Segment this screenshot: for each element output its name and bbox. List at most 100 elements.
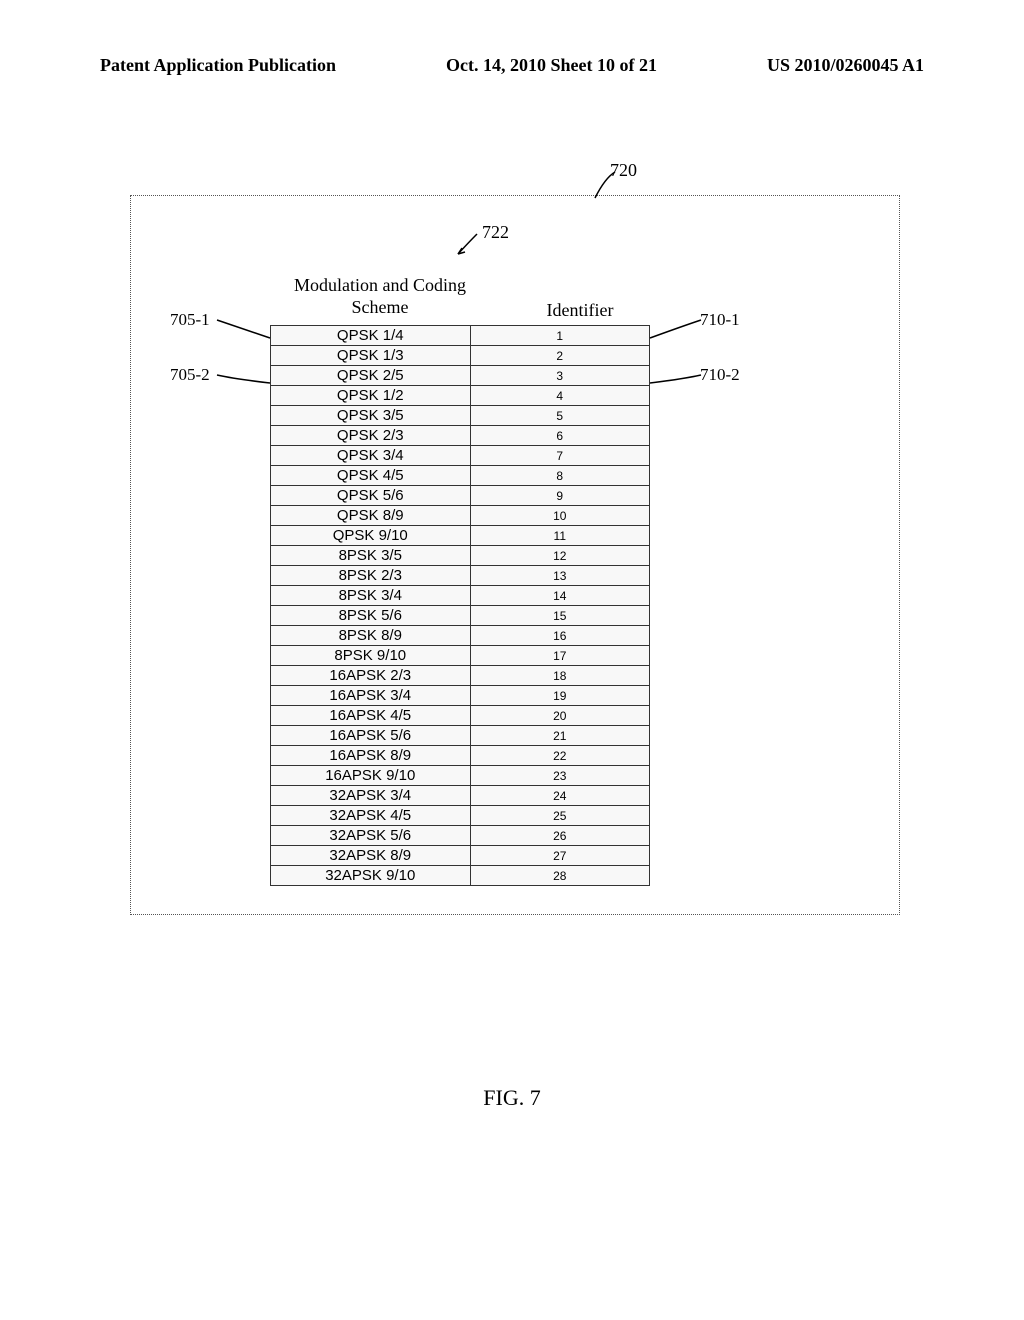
mcs-cell: QPSK 9/10: [271, 526, 471, 546]
reference-numeral-705-2: 705-2: [170, 365, 210, 385]
table-row: QPSK 1/41: [271, 326, 650, 346]
table-row: QPSK 8/910: [271, 506, 650, 526]
mcs-cell: QPSK 2/3: [271, 426, 471, 446]
mcs-cell: 32APSK 9/10: [271, 866, 471, 886]
mcs-cell: QPSK 1/4: [271, 326, 471, 346]
reference-numeral-722: 722: [482, 222, 509, 243]
identifier-cell: 14: [470, 586, 649, 606]
page-header: Patent Application Publication Oct. 14, …: [0, 55, 1024, 76]
identifier-cell: 15: [470, 606, 649, 626]
table-row: 8PSK 3/414: [271, 586, 650, 606]
identifier-cell: 13: [470, 566, 649, 586]
identifier-cell: 2: [470, 346, 649, 366]
identifier-cell: 16: [470, 626, 649, 646]
mcs-cell: 32APSK 4/5: [271, 806, 471, 826]
identifier-cell: 8: [470, 466, 649, 486]
table-row: 32APSK 4/525: [271, 806, 650, 826]
mcs-cell: 8PSK 9/10: [271, 646, 471, 666]
mcs-cell: QPSK 4/5: [271, 466, 471, 486]
mcs-cell: 8PSK 8/9: [271, 626, 471, 646]
identifier-cell: 23: [470, 766, 649, 786]
mcs-cell: 32APSK 8/9: [271, 846, 471, 866]
table-row: 16APSK 9/1023: [271, 766, 650, 786]
identifier-cell: 3: [470, 366, 649, 386]
mcs-cell: 8PSK 5/6: [271, 606, 471, 626]
mcs-cell: 16APSK 3/4: [271, 686, 471, 706]
mcs-cell: QPSK 5/6: [271, 486, 471, 506]
identifier-cell: 20: [470, 706, 649, 726]
mcs-cell: QPSK 1/2: [271, 386, 471, 406]
identifier-cell: 11: [470, 526, 649, 546]
identifier-cell: 10: [470, 506, 649, 526]
table-row: 16APSK 8/922: [271, 746, 650, 766]
mcs-cell: QPSK 1/3: [271, 346, 471, 366]
header-date-sheet: Oct. 14, 2010 Sheet 10 of 21: [446, 55, 657, 76]
identifier-cell: 12: [470, 546, 649, 566]
identifier-cell: 21: [470, 726, 649, 746]
table-row: QPSK 2/36: [271, 426, 650, 446]
identifier-cell: 4: [470, 386, 649, 406]
reference-numeral-710-2: 710-2: [700, 365, 740, 385]
mcs-cell: 16APSK 8/9: [271, 746, 471, 766]
identifier-cell: 17: [470, 646, 649, 666]
identifier-cell: 27: [470, 846, 649, 866]
table-row: 8PSK 9/1017: [271, 646, 650, 666]
mcs-identifier-table: QPSK 1/41QPSK 1/32QPSK 2/53QPSK 1/24QPSK…: [270, 325, 650, 886]
mcs-cell: 16APSK 9/10: [271, 766, 471, 786]
table-row: 8PSK 5/615: [271, 606, 650, 626]
identifier-cell: 5: [470, 406, 649, 426]
identifier-cell: 7: [470, 446, 649, 466]
table-row: QPSK 3/47: [271, 446, 650, 466]
table-row: QPSK 5/69: [271, 486, 650, 506]
table-row: 32APSK 3/424: [271, 786, 650, 806]
figure-container: 7 20 722 Modulation and Coding Scheme Ide…: [130, 160, 900, 920]
table-row: 32APSK 9/1028: [271, 866, 650, 886]
mcs-cell: QPSK 3/5: [271, 406, 471, 426]
table-row: 16APSK 2/318: [271, 666, 650, 686]
mcs-cell: 8PSK 2/3: [271, 566, 471, 586]
mcs-cell: QPSK 2/5: [271, 366, 471, 386]
table-row: 32APSK 5/626: [271, 826, 650, 846]
table-row: 8PSK 8/916: [271, 626, 650, 646]
identifier-cell: 25: [470, 806, 649, 826]
mcs-cell: 16APSK 4/5: [271, 706, 471, 726]
table-row: 16APSK 3/419: [271, 686, 650, 706]
identifier-cell: 9: [470, 486, 649, 506]
mcs-cell: 16APSK 5/6: [271, 726, 471, 746]
identifier-cell: 1: [470, 326, 649, 346]
table-row: QPSK 9/1011: [271, 526, 650, 546]
table-row: QPSK 4/58: [271, 466, 650, 486]
mcs-cell: 8PSK 3/4: [271, 586, 471, 606]
lead-line-722-icon: [455, 232, 480, 257]
table-row: 8PSK 2/313: [271, 566, 650, 586]
lead-line-720-icon: [590, 170, 620, 200]
table-row: 16APSK 4/520: [271, 706, 650, 726]
reference-numeral-705-1: 705-1: [170, 310, 210, 330]
identifier-cell: 24: [470, 786, 649, 806]
mcs-cell: 8PSK 3/5: [271, 546, 471, 566]
mcs-column-header: Modulation and Coding Scheme: [280, 275, 480, 318]
table-row: QPSK 1/32: [271, 346, 650, 366]
table-row: 16APSK 5/621: [271, 726, 650, 746]
table-row: QPSK 2/53: [271, 366, 650, 386]
table-row: QPSK 1/24: [271, 386, 650, 406]
mcs-cell: 16APSK 2/3: [271, 666, 471, 686]
mcs-cell: QPSK 3/4: [271, 446, 471, 466]
header-publication: Patent Application Publication: [100, 55, 336, 76]
identifier-cell: 28: [470, 866, 649, 886]
table-row: 32APSK 8/927: [271, 846, 650, 866]
reference-numeral-710-1: 710-1: [700, 310, 740, 330]
mcs-cell: QPSK 8/9: [271, 506, 471, 526]
table-row: QPSK 3/55: [271, 406, 650, 426]
figure-label: FIG. 7: [0, 1085, 1024, 1111]
identifier-cell: 18: [470, 666, 649, 686]
identifier-column-header: Identifier: [510, 300, 650, 321]
identifier-cell: 22: [470, 746, 649, 766]
identifier-cell: 19: [470, 686, 649, 706]
table-row: 8PSK 3/512: [271, 546, 650, 566]
header-patent-number: US 2010/0260045 A1: [767, 55, 924, 76]
identifier-cell: 26: [470, 826, 649, 846]
mcs-cell: 32APSK 3/4: [271, 786, 471, 806]
mcs-cell: 32APSK 5/6: [271, 826, 471, 846]
identifier-cell: 6: [470, 426, 649, 446]
